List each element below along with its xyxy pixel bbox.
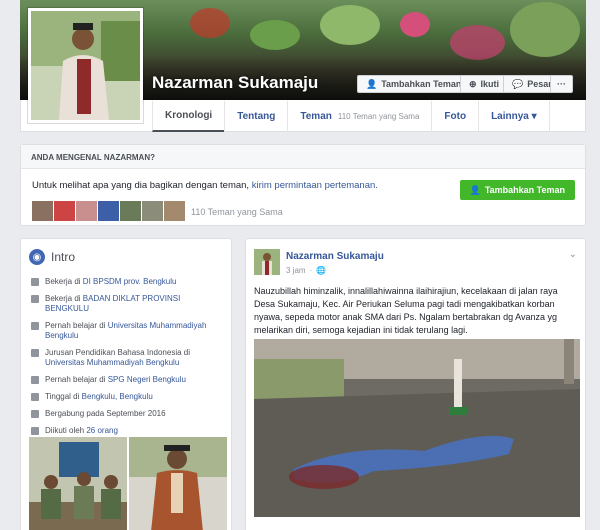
post-author-name[interactable]: Nazarman Sukamaju — [286, 251, 384, 262]
globe-icon: 🌐 — [316, 266, 327, 275]
graduation-cap-icon — [31, 376, 39, 384]
avatar[interactable] — [54, 201, 75, 221]
intro-link[interactable]: Universitas Muhammadiyah Bengkulu — [45, 358, 179, 367]
briefcase-icon — [31, 278, 39, 286]
intro-item-joined: Bergabung pada September 2016 — [31, 409, 226, 419]
avatar[interactable] — [164, 201, 185, 221]
tab-label: Teman — [300, 111, 332, 122]
intro-item-work-1: Bekerja di DI BPSDM prov. Bengkulu — [31, 277, 226, 287]
avatar[interactable] — [98, 201, 119, 221]
intro-item-edu-1: Pernah belajar di Universitas Muhammadiy… — [31, 321, 226, 341]
photo-image — [129, 437, 227, 530]
intro-link[interactable]: 26 orang — [86, 426, 118, 435]
tab-label: Tentang — [237, 111, 276, 122]
post-photo — [254, 339, 580, 517]
clock-icon — [31, 410, 39, 418]
intro-title-label: Intro — [51, 250, 76, 264]
intro-text: Tinggal di — [45, 392, 82, 401]
chevron-down-icon[interactable]: ⌄ — [569, 249, 577, 260]
tab-teman[interactable]: Teman 110 Teman yang Sama — [287, 101, 431, 132]
avatar[interactable] — [76, 201, 97, 221]
intro-list: Bekerja di DI BPSDM prov. Bengkulu Beker… — [31, 277, 226, 443]
mutual-friends-count[interactable]: 110 Teman yang Sama — [191, 207, 283, 217]
avatar-image — [254, 249, 280, 275]
chat-icon: 💬 — [512, 78, 524, 89]
tab-tentang[interactable]: Tentang — [224, 101, 287, 132]
intro-item-followers: Diikuti oleh 26 orang — [31, 426, 226, 436]
intro-link[interactable]: DI BPSDM prov. Bengkulu — [83, 277, 177, 286]
intro-item-edu-3: Pernah belajar di SPG Negeri Bengkulu — [31, 375, 226, 385]
intro-title: ◉ Intro — [29, 249, 75, 265]
rss-icon: ⊕ — [469, 78, 477, 89]
card-message: Untuk melihat apa yang dia bagikan denga… — [32, 180, 378, 191]
profile-picture[interactable] — [28, 8, 143, 123]
tab-label: Lainnya ▾ — [491, 111, 537, 122]
graduation-cap-icon — [31, 322, 39, 330]
intro-text: Bergabung pada September 2016 — [45, 409, 166, 418]
follow-button[interactable]: ⊕ Ikuti — [460, 75, 509, 93]
card-heading: ANDA MENGENAL NAZARMAN? — [21, 145, 585, 169]
intro-photos — [29, 437, 227, 530]
tab-lainnya[interactable]: Lainnya ▾ — [478, 101, 550, 132]
featured-photo[interactable] — [29, 437, 127, 530]
intro-text: Pernah belajar di — [45, 321, 108, 330]
intro-text: Jurusan Pendidikan Bahasa Indonesia di — [45, 348, 190, 357]
intro-item-home: Tinggal di Bengkulu, Bengkulu — [31, 392, 226, 402]
tab-label: Foto — [444, 111, 467, 122]
post-card: Nazarman Sukamaju 3 jam · 🌐 ⌄ Nauzubilla… — [245, 238, 586, 530]
message-text: Untuk melihat apa yang dia bagikan denga… — [32, 180, 250, 191]
tab-label: Kronologi — [165, 110, 213, 121]
post-timestamp[interactable]: 3 jam — [286, 266, 306, 275]
mutual-friends-avatars — [32, 201, 185, 221]
graduation-cap-icon — [31, 349, 39, 357]
intro-card: ◉ Intro Bekerja di DI BPSDM prov. Bengku… — [20, 238, 232, 530]
add-friend-label: Tambahkan Teman — [484, 185, 565, 195]
more-button[interactable]: ··· — [550, 75, 573, 93]
featured-photo[interactable] — [129, 437, 227, 530]
intro-item-edu-2: Jurusan Pendidikan Bahasa Indonesia di U… — [31, 348, 226, 368]
intro-link[interactable]: SPG Negeri Bengkulu — [108, 375, 186, 384]
send-request-link[interactable]: kirim permintaan pertemanan. — [252, 180, 378, 191]
profile-name[interactable]: Nazarman Sukamaju — [152, 73, 318, 93]
add-friend-icon: 👤 — [469, 184, 481, 195]
profile-photo-image — [31, 11, 140, 120]
tab-kronologi[interactable]: Kronologi — [152, 101, 225, 132]
home-icon — [31, 393, 39, 401]
add-friend-label: Tambahkan Teman — [381, 79, 462, 89]
add-friend-button-green[interactable]: 👤 Tambahkan Teman — [459, 180, 575, 200]
post-meta: 3 jam · 🌐 — [286, 266, 327, 275]
intro-text: Pernah belajar di — [45, 375, 108, 384]
avatar[interactable] — [32, 201, 53, 221]
photo-image — [29, 437, 127, 530]
intro-text: Bekerja di — [45, 277, 83, 286]
briefcase-icon — [31, 295, 39, 303]
post-image[interactable] — [254, 339, 580, 517]
more-label: ··· — [557, 79, 566, 89]
globe-icon: ◉ — [29, 249, 45, 265]
post-text: Nauzubillah himinzalik, innalillahiwainn… — [254, 286, 558, 335]
intro-text: Bekerja di — [45, 294, 83, 303]
intro-link[interactable]: Bengkulu, Bengkulu — [82, 392, 153, 401]
tab-sublabel: 110 Teman yang Sama — [337, 112, 420, 121]
tab-foto[interactable]: Foto — [431, 101, 478, 132]
rss-icon — [31, 427, 39, 435]
intro-item-work-2: Bekerja di BADAN DIKLAT PROVINSI BENGKUL… — [31, 294, 226, 314]
add-friend-icon: 👤 — [366, 78, 378, 89]
add-friend-button[interactable]: 👤 Tambahkan Teman — [357, 75, 471, 93]
avatar[interactable] — [142, 201, 163, 221]
post-author-avatar[interactable] — [254, 249, 280, 275]
intro-text: Diikuti oleh — [45, 426, 87, 435]
profile-tabs: Kronologi Tentang Teman 110 Teman yang S… — [152, 101, 550, 132]
avatar[interactable] — [120, 201, 141, 221]
friend-request-card: ANDA MENGENAL NAZARMAN? Untuk melihat ap… — [20, 144, 586, 226]
follow-label: Ikuti — [480, 79, 500, 89]
